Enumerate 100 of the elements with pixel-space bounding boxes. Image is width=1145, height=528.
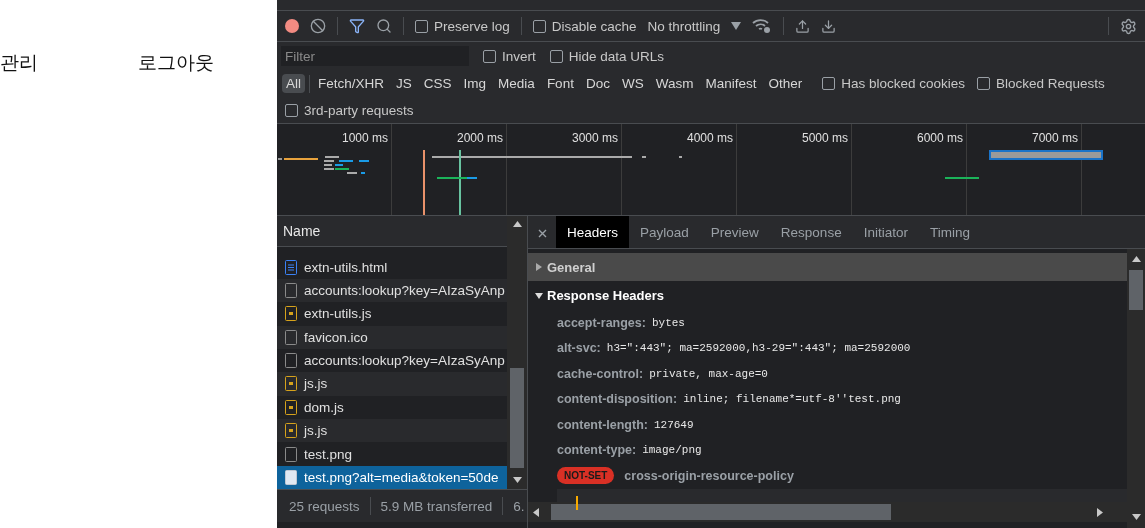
header-name: accept-ranges: [557,315,646,330]
arrow-down-icon[interactable] [1131,513,1141,522]
tab[interactable]: Payload [629,216,700,248]
clear-icon[interactable] [310,18,326,34]
arrow-up-icon[interactable] [512,220,522,229]
checkbox[interactable]: Invert [483,48,536,64]
arrow-left-icon[interactable] [532,507,541,517]
request-name: extn-utils.js [304,306,372,322]
request-row[interactable]: js.js [277,419,507,443]
status-text: 5.9 MB transferred [380,498,493,514]
script-icon [285,423,297,439]
status-badge: NOT-SET [557,467,615,485]
type-filter[interactable]: WS [617,74,648,93]
arrow-right-icon[interactable] [1096,507,1105,517]
checkbox[interactable]: Disable cache [532,18,637,34]
type-filter[interactable]: All [282,74,305,93]
request-name: js.js [304,423,328,439]
document-icon [285,259,297,275]
header-name: alt-svc: [557,341,601,356]
column-header: Name [277,216,507,247]
header-value: h3=":443"; ma=2592000,h3-29=":443"; ma=2592000 [606,342,911,355]
download-icon[interactable] [821,18,837,34]
dropdown-caret-icon[interactable] [731,22,742,30]
type-filter[interactable]: CSS [419,74,456,93]
header-name: cache-control: [557,366,644,381]
upload-icon[interactable] [795,18,811,34]
script-icon [285,306,297,322]
tab[interactable]: Response [769,216,853,248]
type-filter[interactable]: Other [764,74,807,93]
status-text: 6. [513,498,525,514]
text-cursor [576,495,578,510]
request-name: test.png [304,446,353,462]
header-name: content-disposition: [557,392,678,407]
type-filter[interactable]: Media [494,74,539,93]
section-title: Response Headers [547,288,665,303]
type-filter[interactable]: Fetch/XHR [314,74,389,93]
arrow-down-icon[interactable] [512,476,522,485]
request-row[interactable]: js.js [277,372,507,396]
header-value: 127649 [653,418,694,431]
scrollbar[interactable] [1127,249,1145,528]
type-filter[interactable]: Font [542,74,578,93]
header-name: cross-origin-resource-policy [624,468,794,483]
scrollbar-thumb[interactable] [510,368,524,468]
tab[interactable]: Initiator [852,216,919,248]
request-name: favicon.ico [304,329,368,345]
file-icon [285,283,297,299]
type-filter[interactable]: Img [459,74,491,93]
header-name: content-type: [557,443,637,458]
tab[interactable]: Timing [918,216,981,248]
scrollbar[interactable] [528,502,1127,522]
checkbox[interactable]: Blocked Requests [977,76,1105,91]
tab[interactable]: Preview [699,216,770,248]
search-icon[interactable] [376,18,392,34]
checkbox[interactable]: Preserve log [415,18,510,34]
time-tick-label: 4000 ms [686,131,733,145]
request-name: accounts:lookup?key=AIzaSyAnp [304,353,505,369]
checkbox[interactable]: Has blocked cookies [822,76,966,91]
checkbox[interactable]: 3rd-party requests [285,102,414,118]
checkbox[interactable]: Hide data URLs [549,48,665,64]
settings-icon[interactable] [1120,17,1137,35]
caret-right-icon [535,263,543,271]
header-value: inline; filename*=utf-8''test.png [683,393,901,406]
request-name: test.png?alt=media&token=50de [304,469,499,485]
request-row[interactable]: favicon.ico [277,325,507,349]
nav-link[interactable]: 로그아웃 [138,50,214,76]
section-header[interactable]: General [528,253,1127,281]
script-icon [285,376,297,392]
time-tick-label: 2000 ms [456,131,503,145]
scrollbar[interactable] [507,216,527,489]
file-icon [285,446,297,462]
type-filter[interactable]: Manifest [701,74,761,93]
image-icon [285,469,297,485]
request-name: extn-utils.html [304,259,388,275]
tab[interactable]: Headers [556,216,630,248]
filter-icon[interactable] [349,18,365,34]
wifi-gear-icon[interactable] [752,18,773,34]
caret-down-icon [535,291,543,300]
time-tick-label: 1000 ms [341,131,388,145]
header-value: private, max-age=0 [649,367,768,380]
record-button[interactable] [285,19,299,33]
file-icon [285,329,297,345]
type-filter[interactable]: Wasm [651,74,698,93]
arrow-up-icon[interactable] [1131,255,1141,264]
scrollbar-thumb[interactable] [551,504,891,520]
request-name: accounts:lookup?key=AIzaSyAnp [304,283,505,299]
status-text: 25 requests [289,498,360,514]
scrollbar-thumb[interactable] [1129,270,1143,310]
request-row[interactable]: test.png?alt=media&token=50de [277,465,507,489]
request-row[interactable]: accounts:lookup?key=AIzaSyAnp [277,278,507,303]
type-filter[interactable]: Doc [581,74,614,93]
throttling-select[interactable]: No throttling [647,18,721,34]
close-icon [537,228,547,238]
header-value: bytes [651,316,685,329]
nav-link[interactable]: 관리 [0,50,38,76]
header-name: content-length: [557,417,648,432]
filter-field[interactable]: Filter [281,46,469,66]
request-name: js.js [304,376,328,392]
request-name: dom.js [304,399,344,415]
time-tick-label: 3000 ms [571,131,618,145]
type-filter[interactable]: JS [392,74,416,93]
